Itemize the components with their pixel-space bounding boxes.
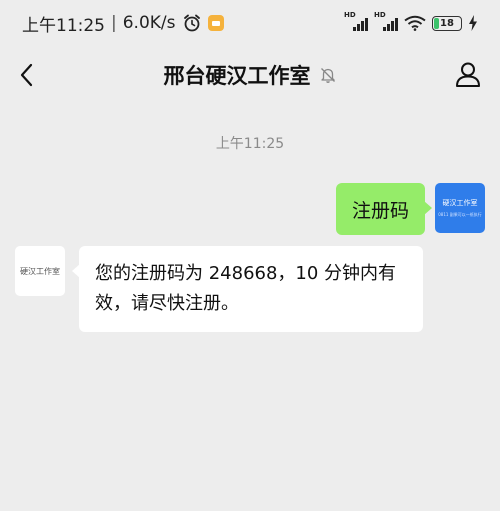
sent-message-row: 注册码 硬汉工作室 0811 副果可以一纸执行 (335, 183, 485, 235)
sent-message-text: 注册码 (351, 199, 409, 222)
self-avatar[interactable]: 硬汉工作室 0811 副果可以一纸执行 (435, 183, 485, 233)
back-arrow-icon (20, 63, 33, 87)
signal-icon: HD (374, 11, 398, 31)
received-message-text: 您的注册码为 248668，10 分钟内有效，请尽快注册。 (95, 263, 397, 314)
profile-icon (456, 62, 480, 87)
notification-icon (207, 15, 224, 31)
received-message-row: 硬汉工作室 您的注册码为 248668，10 分钟内有效，请尽快注册。 (15, 246, 423, 332)
mute-bell-icon (320, 68, 335, 83)
self-avatar-subtitle: 0811 副果可以一纸执行 (438, 212, 482, 217)
battery-level: 18 (440, 17, 454, 29)
profile-button[interactable] (452, 58, 484, 90)
sent-message-bubble[interactable]: 注册码 (335, 183, 433, 235)
contact-avatar[interactable]: 硬汉工作室 (15, 246, 65, 296)
back-button[interactable] (12, 60, 42, 90)
chat-title: 邢台硬汉工作室 (163, 64, 311, 88)
signal-icon: HD (344, 11, 368, 31)
alarm-icon (183, 14, 200, 32)
self-avatar-name: 硬汉工作室 (442, 199, 478, 207)
chat-header: 邢台硬汉工作室 (0, 46, 500, 104)
status-time: 上午11:25 (22, 15, 105, 36)
status-separator: | (111, 13, 117, 33)
contact-avatar-name: 硬汉工作室 (20, 266, 60, 276)
status-left: 上午11:25 | 6.0K/s (22, 11, 224, 36)
wifi-icon (404, 15, 426, 31)
status-bar: 上午11:25 | 6.0K/s HD HD 18 (0, 0, 500, 46)
charging-icon (469, 15, 477, 31)
received-message-bubble[interactable]: 您的注册码为 248668，10 分钟内有效，请尽快注册。 (72, 246, 423, 332)
battery-icon: 18 (432, 15, 462, 31)
network-speed: 6.0K/s (122, 13, 176, 33)
title-group: 邢台硬汉工作室 (164, 60, 337, 90)
status-right: HD HD 18 (344, 11, 478, 31)
message-timestamp: 上午11:25 (215, 136, 285, 152)
